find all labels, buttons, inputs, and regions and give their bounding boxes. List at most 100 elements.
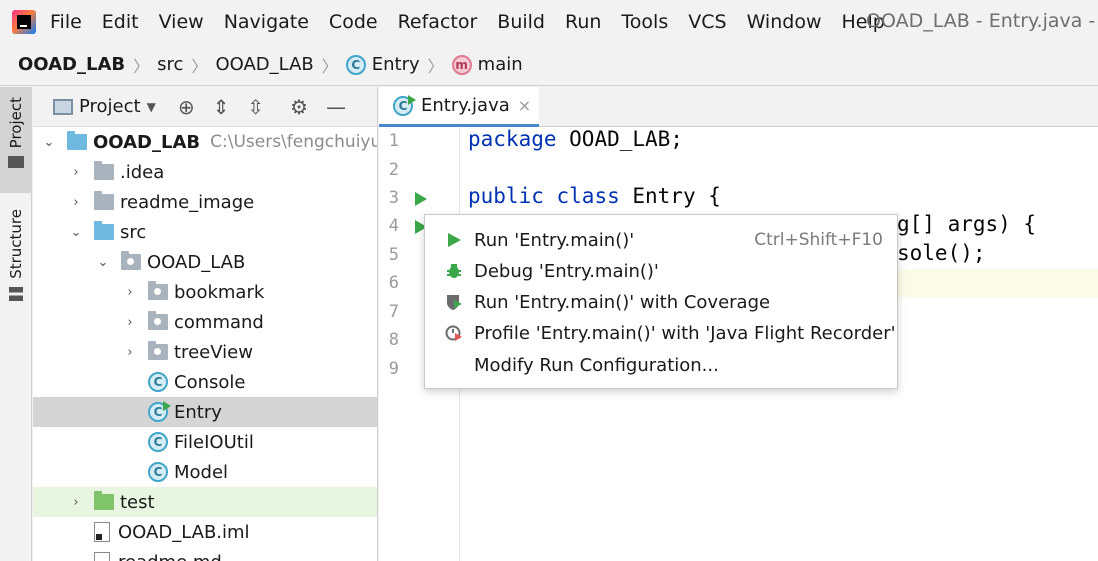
- chevron-right-icon[interactable]: ›: [122, 315, 138, 330]
- line-number: 5: [388, 245, 399, 265]
- editor-tab-bar: C Entry.java ×: [379, 87, 1098, 127]
- keyword: public: [468, 184, 544, 208]
- tree-item[interactable]: C Model: [33, 457, 377, 487]
- chevron-down-icon[interactable]: ⌄: [68, 225, 84, 240]
- tree-item[interactable]: › test: [33, 487, 377, 517]
- tree-item[interactable]: C FileIOUtil: [33, 427, 377, 457]
- breadcrumb-class[interactable]: C Entry: [345, 54, 420, 75]
- line-number: 2: [388, 160, 399, 180]
- locate-icon[interactable]: ⊕: [178, 95, 195, 119]
- menu-bar: File Edit View Navigate Code Refactor Bu…: [0, 0, 1098, 44]
- structure-tool-tab[interactable]: Structure: [0, 205, 32, 305]
- tree-item[interactable]: readme.md: [33, 547, 377, 561]
- minimize-icon[interactable]: —: [326, 95, 346, 119]
- menu-view[interactable]: View: [159, 11, 204, 33]
- line-number: 3: [388, 188, 399, 208]
- code-line-5: sole();: [897, 241, 986, 265]
- keyword: class: [556, 184, 620, 208]
- class-icon: C: [148, 462, 168, 482]
- chevron-down-icon[interactable]: ▼: [147, 100, 156, 114]
- tree-item[interactable]: ⌄ OOAD_LAB: [33, 247, 377, 277]
- structure-tab-label: Structure: [7, 209, 25, 279]
- chevron-right-icon[interactable]: ›: [122, 285, 138, 300]
- breadcrumb-package[interactable]: OOAD_LAB: [215, 54, 313, 75]
- menu-run[interactable]: Run: [565, 11, 601, 33]
- tree-item[interactable]: › bookmark: [33, 277, 377, 307]
- modify-run-config-menu-item[interactable]: Modify Run Configuration...: [425, 350, 897, 380]
- folder-icon: [94, 491, 114, 510]
- tree-item-label: OOAD_LAB: [93, 131, 201, 153]
- chevron-right-icon[interactable]: ›: [68, 495, 84, 510]
- chevron-right-icon[interactable]: ›: [122, 345, 138, 360]
- menu-file[interactable]: File: [50, 11, 82, 33]
- menu-refactor[interactable]: Refactor: [398, 11, 478, 33]
- menu-build[interactable]: Build: [497, 11, 545, 33]
- menu-tools[interactable]: Tools: [621, 11, 668, 33]
- class-icon: C: [148, 372, 168, 392]
- package-icon: [121, 251, 141, 270]
- tree-item-label: bookmark: [174, 281, 265, 303]
- class-icon: C: [148, 432, 168, 452]
- breadcrumb-method-label: main: [477, 54, 523, 75]
- folder-icon: [8, 156, 24, 169]
- menu-vcs[interactable]: VCS: [688, 11, 726, 33]
- gear-icon[interactable]: ⚙: [290, 95, 308, 119]
- profile-menu-item[interactable]: Profile 'Entry.main()' with 'Java Flight…: [425, 318, 897, 348]
- tree-item-label: FileIOUtil: [174, 431, 254, 453]
- tree-item[interactable]: ⌄ OOAD_LAB C:\Users\fengchuiyu: [33, 127, 377, 157]
- breadcrumb-src[interactable]: src: [157, 54, 183, 75]
- project-panel-title[interactable]: Project: [79, 96, 141, 117]
- tree-item[interactable]: › .idea: [33, 157, 377, 187]
- project-tool-tab[interactable]: Project: [0, 87, 32, 193]
- class-icon: C: [345, 54, 366, 75]
- chevron-down-icon[interactable]: ⌄: [41, 135, 57, 150]
- tab-label: Entry.java: [421, 95, 510, 116]
- class-icon: C: [148, 401, 171, 422]
- tree-item[interactable]: C Console: [33, 367, 377, 397]
- project-tree: ⌄ OOAD_LAB C:\Users\fengchuiyu › .idea › readm…: [33, 127, 377, 561]
- file-icon: [94, 522, 110, 542]
- folder-icon: [94, 191, 114, 210]
- run-class-gutter-icon[interactable]: [415, 192, 427, 206]
- chevron-right-icon[interactable]: ›: [68, 165, 84, 180]
- menu-window[interactable]: Window: [747, 11, 822, 33]
- chevron-down-icon[interactable]: ⌄: [95, 255, 111, 270]
- menu-item-label: Modify Run Configuration...: [474, 354, 719, 376]
- menu-edit[interactable]: Edit: [102, 11, 139, 33]
- expand-all-icon[interactable]: ⇕: [213, 95, 230, 119]
- tree-item[interactable]: OOAD_LAB.iml: [33, 517, 377, 547]
- tree-item-label: test: [120, 491, 155, 513]
- tree-item[interactable]: ⌄ src: [33, 217, 377, 247]
- line-number: 1: [388, 131, 399, 151]
- tree-item-label: src: [120, 221, 147, 243]
- breadcrumb-project[interactable]: OOAD_LAB: [18, 54, 125, 75]
- breadcrumb: OOAD_LAB 〉 src 〉 OOAD_LAB 〉 C Entry 〉 m …: [0, 44, 1098, 86]
- menu-code[interactable]: Code: [329, 11, 378, 33]
- code-line-1: package OOAD_LAB;: [468, 127, 683, 151]
- tree-item-label: OOAD_LAB.iml: [118, 521, 250, 543]
- tab-entry-java[interactable]: C Entry.java ×: [379, 87, 539, 127]
- run-menu-item[interactable]: Run 'Entry.main()' Ctrl+Shift+F10: [425, 225, 897, 255]
- close-icon[interactable]: ×: [518, 96, 531, 115]
- profile-icon: [445, 325, 462, 341]
- collapse-all-icon[interactable]: ⇳: [247, 95, 264, 119]
- file-icon: [94, 552, 110, 561]
- tree-item[interactable]: C Entry: [33, 397, 377, 427]
- folder-icon: [94, 221, 114, 240]
- menu-navigate[interactable]: Navigate: [224, 11, 309, 33]
- code-line-3: public class Entry {: [468, 184, 721, 208]
- coverage-menu-item[interactable]: Run 'Entry.main()' with Coverage: [425, 287, 897, 317]
- tree-item-label: Model: [174, 461, 229, 483]
- chevron-right-icon[interactable]: ›: [68, 195, 84, 210]
- tree-item[interactable]: › treeView: [33, 337, 377, 367]
- structure-icon: [9, 286, 23, 301]
- tool-window-strip: Project Structure: [0, 87, 32, 561]
- coverage-icon: [447, 295, 462, 310]
- tree-item[interactable]: › command: [33, 307, 377, 337]
- run-context-menu: Run 'Entry.main()' Ctrl+Shift+F10 Debug …: [424, 214, 898, 389]
- breadcrumb-method[interactable]: m main: [451, 54, 523, 75]
- breadcrumb-separator: 〉: [191, 56, 208, 76]
- tree-item-label: treeView: [174, 341, 253, 363]
- tree-item[interactable]: › readme_image: [33, 187, 377, 217]
- debug-menu-item[interactable]: Debug 'Entry.main()': [425, 256, 897, 286]
